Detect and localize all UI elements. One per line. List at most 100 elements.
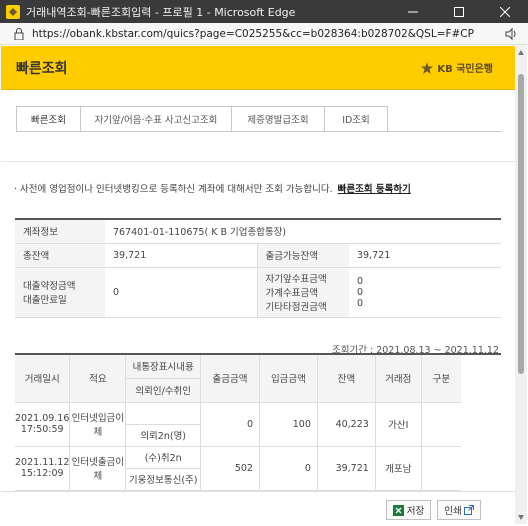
row-date: 2021.09.16 [15,413,70,424]
loan-check-row: 대출약정금액 대출만료일 0 자기앞수표금액 가계수표금액 기타타점권금액 0 … [15,267,501,318]
balance-row: 총잔액 39,721 출금가능잔액 39,721 [15,243,501,268]
col-header-balance: 잔액 [316,354,376,403]
print-label: 인쇄 [444,506,462,517]
withdrawable-label: 출금가능잔액 [256,243,349,268]
personal-check-value: 0 [357,286,364,298]
tabs-underline [16,131,502,132]
other-check-label: 기타타점권금액 [265,302,327,313]
withdrawable-value: 39,721 [349,243,501,268]
account-label: 계좌정보 [15,219,105,244]
table-row: 2021.11.12 15:12:09 인터넷출금이체 (수)취2n 502 0… [15,446,501,491]
address-bar[interactable]: https://obank.kbstar.com/quics?page=C025… [0,23,528,45]
window-title: 거래내역조회-빠른조회입력 - 프로필 1 - Microsoft Edge [26,5,296,19]
tab-quick-inquiry[interactable]: 빠른조회 [16,106,81,132]
kb-brand-text: KB 국민은행 [437,64,493,75]
row-date: 2021.11.12 [15,457,70,468]
col-header-branch: 거래점 [374,354,422,403]
check-values: 0 0 0 [349,267,501,318]
account-value: 767401-01-110675( K B 기업종합통장) [105,219,501,244]
close-button[interactable] [482,0,528,23]
print-button[interactable]: 인쇄 [437,500,481,520]
table-row: 2021.09.16 17:50:59 인터넷입금이체 0 100 40,223… [15,402,501,447]
col-header-summary: 적요 [69,354,126,403]
row-withdraw: 502 [200,446,260,491]
vertical-scrollbar[interactable] [515,46,527,524]
row-deposit: 100 [258,402,318,447]
row-counterpart: 기웅정보통신(주) [125,468,201,491]
col-header-deposit: 입금금액 [258,354,318,403]
excel-icon [392,504,404,516]
scroll-up-arrow-icon[interactable] [518,50,524,55]
col-header-counterpart: 의뢰인/수취인 [125,378,201,403]
row-time: 17:50:59 [20,424,64,435]
bottom-action-bar: 저장 인쇄 [1,491,515,524]
balance-value: 39,721 [105,243,257,268]
cashier-check-label: 자기앞수표금액 [265,274,327,285]
col-header-type: 구분 [420,354,462,403]
close-icon [500,6,510,17]
notice: · 사전에 영업점이나 인터넷뱅킹으로 등록하신 계좌에 대해서만 조회 가능합… [14,181,411,195]
col-header-date: 거래일시 [15,354,70,403]
read-aloud-icon[interactable] [504,27,518,41]
col-header-memo: 내통장표시내용 [125,354,201,379]
balance-label: 총잔액 [15,243,105,268]
col-header-withdraw: 출금금액 [200,354,260,403]
account-row: 계좌정보 767401-01-110675( K B 기업종합통장) [15,219,501,244]
tab-check-loss-report[interactable]: 자기앞/어음·수표 사고신고조회 [81,106,232,132]
page-content: 빠른조회 KB 국민은행 빠른조회 자기앞/어음·수표 사고신고조회 제증명발급… [1,46,515,524]
tab-label: ID조회 [342,115,370,126]
row-branch: 가산Ⅰ [374,402,422,447]
row-withdraw: 0 [200,402,260,447]
scroll-down-arrow-icon[interactable] [518,515,524,520]
kb-app-icon [6,4,20,19]
row-branch: 개포남 [374,446,422,491]
tab-certificate-inquiry[interactable]: 제증명발급조회 [232,106,325,132]
url-text[interactable]: https://obank.kbstar.com/quics?page=C025… [32,28,474,40]
row-datetime: 2021.09.16 17:50:59 [15,402,70,447]
row-summary: 인터넷입금이체 [69,402,126,447]
kb-logo: KB 국민은행 [420,60,493,75]
window-titlebar: 거래내역조회-빠른조회입력 - 프로필 1 - Microsoft Edge [0,0,528,23]
save-button[interactable]: 저장 [386,500,431,520]
check-labels: 자기앞수표금액 가계수표금액 기타타점권금액 [256,267,349,318]
personal-check-label: 가계수표금액 [265,288,318,299]
minimize-button[interactable] [390,0,436,23]
table-header-row: 거래일시 적요 내통장표시내용 출금금액 입금금액 잔액 거래점 구분 [15,354,501,403]
save-label: 저장 [406,506,425,517]
tab-label: 빠른조회 [31,115,66,126]
row-memo: (수)취2n [125,446,201,469]
maximize-icon [454,6,464,17]
external-link-icon [463,505,474,515]
loan-amount-label: 대출약정금액 [23,281,76,292]
maximize-button[interactable] [436,0,482,23]
kb-star-icon [421,61,434,74]
row-balance: 39,721 [316,446,376,491]
scrollbar-thumb[interactable] [518,74,524,374]
loan-labels: 대출약정금액 대출만료일 [15,267,105,318]
row-datetime: 2021.11.12 15:12:09 [15,446,70,491]
row-balance: 40,223 [316,402,376,447]
page-header: 빠른조회 KB 국민은행 [1,46,515,90]
transactions-table: 거래일시 적요 내통장표시내용 출금금액 입금금액 잔액 거래점 구분 의뢰인/… [15,353,501,491]
notice-text: · 사전에 영업점이나 인터넷뱅킹으로 등록하신 계좌에 대해서만 조회 가능합… [14,184,333,195]
row-time: 15:12:09 [20,468,64,479]
row-summary: 인터넷출금이체 [69,446,126,491]
loan-expiry-label: 대출만료일 [23,295,67,306]
tab-label: 자기앞/어음·수표 사고신고조회 [94,115,218,126]
loan-value: 0 [105,267,257,318]
row-deposit: 0 [258,446,318,491]
row-counterpart: 의뢰2n(명) [125,424,201,447]
lock-icon[interactable] [14,27,24,40]
tab-bar: 빠른조회 자기앞/어음·수표 사고신고조회 제증명발급조회 ID조회 [16,106,388,132]
register-quick-inquiry-link[interactable]: 빠른조회 등록하기 [338,184,411,195]
account-info-table: 계좌정보 767401-01-110675( K B 기업종합통장) 총잔액 3… [15,218,501,318]
divider [1,161,515,162]
row-memo [125,402,201,425]
cashier-check-value: 0 [357,275,364,287]
minimize-icon [408,11,418,12]
tab-id-inquiry[interactable]: ID조회 [325,106,388,132]
row-type [420,402,462,447]
tab-label: 제증명발급조회 [247,115,309,126]
other-check-value: 0 [357,297,364,309]
page-title: 빠른조회 [16,61,68,77]
